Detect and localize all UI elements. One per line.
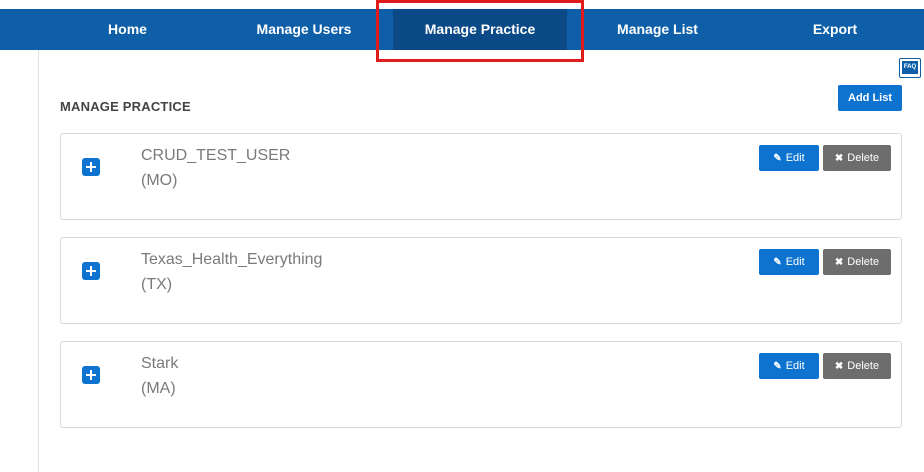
edit-icon: ✎ <box>773 257 782 268</box>
add-list-button[interactable]: Add List <box>838 85 902 111</box>
faq-icon[interactable]: FAQ <box>899 58 921 78</box>
delete-label: Delete <box>847 256 880 268</box>
edit-icon: ✎ <box>773 153 782 164</box>
faq-label: FAQ <box>902 61 918 74</box>
practice-card: Texas_Health_Everything (TX) ✎ Edit ✖ Dele… <box>60 237 902 324</box>
close-icon: ✖ <box>834 361 844 372</box>
expand-plus-icon[interactable] <box>82 366 100 384</box>
practice-state: (TX) <box>141 276 173 293</box>
edit-button[interactable]: ✎ Edit <box>759 145 819 171</box>
nav-export[interactable]: Export <box>790 9 880 50</box>
practice-state: (MO) <box>141 172 178 189</box>
delete-button[interactable]: ✖ Delete <box>823 249 891 275</box>
page-title: MANAGE PRACTICE <box>60 99 191 114</box>
edit-label: Edit <box>785 256 805 268</box>
practice-card: Stark (MA) ✎ Edit ✖ Delete <box>60 341 902 428</box>
nav-home[interactable]: Home <box>90 9 165 50</box>
delete-label: Delete <box>847 360 880 372</box>
nav-manage-practice[interactable]: Manage Practice <box>393 9 567 50</box>
edit-label: Edit <box>785 360 805 372</box>
practice-name: Texas_Health_Everything <box>141 251 323 268</box>
close-icon: ✖ <box>834 153 844 164</box>
top-navbar: Home Manage Users Manage Practice Manage… <box>0 9 924 50</box>
practice-name: Stark <box>141 355 179 372</box>
practice-card: CRUD_TEST_USER (MO) ✎ Edit ✖ Delete <box>60 133 902 220</box>
delete-button[interactable]: ✖ Delete <box>823 145 891 171</box>
practice-name: CRUD_TEST_USER <box>141 147 291 164</box>
delete-button[interactable]: ✖ Delete <box>823 353 891 379</box>
nav-manage-users[interactable]: Manage Users <box>240 9 368 50</box>
panel-border <box>38 50 39 472</box>
nav-manage-list[interactable]: Manage List <box>605 9 710 50</box>
expand-plus-icon[interactable] <box>82 262 100 280</box>
edit-label: Edit <box>785 152 805 164</box>
edit-button[interactable]: ✎ Edit <box>759 249 819 275</box>
expand-plus-icon[interactable] <box>82 158 100 176</box>
close-icon: ✖ <box>834 257 844 268</box>
edit-icon: ✎ <box>773 361 782 372</box>
practice-state: (MA) <box>141 380 176 397</box>
delete-label: Delete <box>847 152 880 164</box>
edit-button[interactable]: ✎ Edit <box>759 353 819 379</box>
